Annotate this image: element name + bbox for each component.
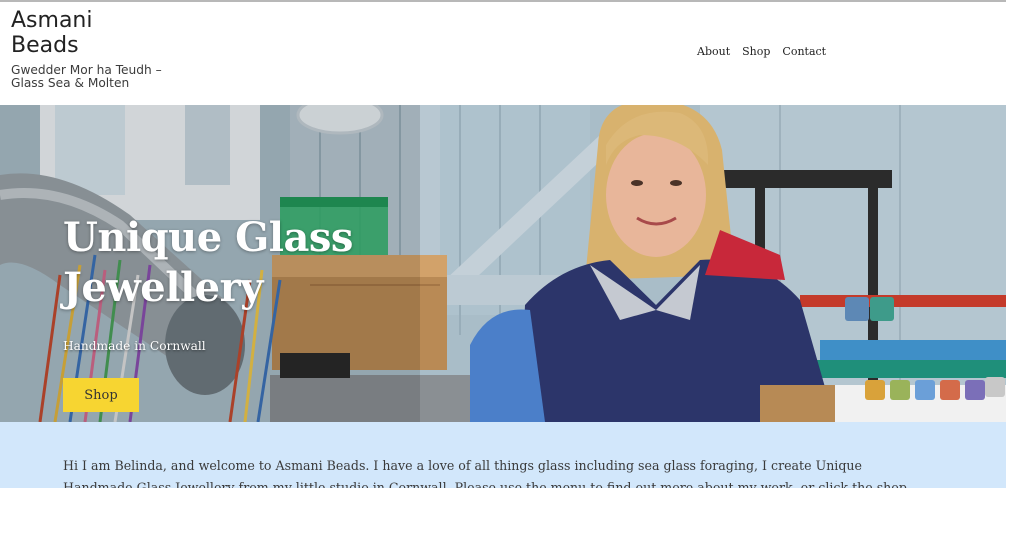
intro-section: Hi I am Belinda, and welcome to Asmani B… — [0, 422, 1006, 488]
hero-subtitle: Handmade in Cornwall — [63, 339, 206, 353]
intro-text: Hi I am Belinda, and welcome to Asmani B… — [63, 458, 907, 488]
top-divider — [0, 0, 1006, 2]
site-branding: Asmani Beads Gwedder Mor ha Teudh – Glas… — [11, 8, 181, 90]
nav-item-about[interactable]: About — [697, 45, 730, 58]
nav-item-contact[interactable]: Contact — [782, 45, 826, 58]
nav-item-shop[interactable]: Shop — [742, 45, 770, 58]
hero-title: Unique Glass Jewellery — [63, 214, 353, 311]
hero-banner: Unique Glass Jewellery Handmade in Cornw… — [0, 105, 1006, 422]
site-tagline: Gwedder Mor ha Teudh – Glass Sea & Molte… — [11, 63, 162, 90]
main-navigation: About Shop Contact — [697, 45, 826, 58]
shop-button[interactable]: Shop — [63, 378, 139, 412]
site-title[interactable]: Asmani Beads — [11, 8, 131, 58]
